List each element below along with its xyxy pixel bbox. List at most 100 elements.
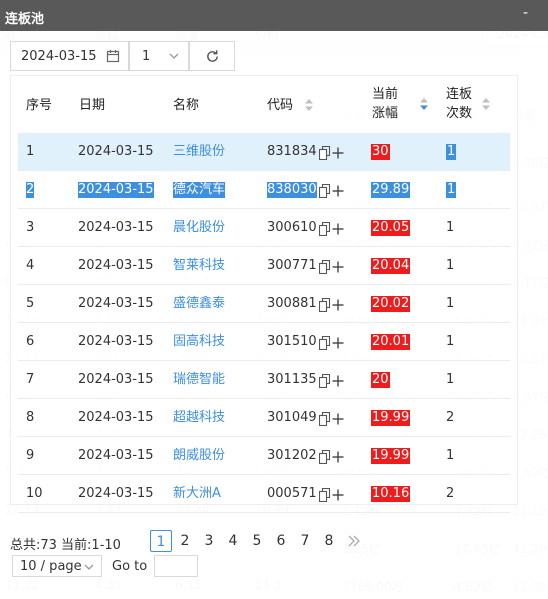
sort-icon[interactable] xyxy=(482,98,490,110)
cell-index: 6 xyxy=(26,334,35,349)
row-actions xyxy=(318,259,345,275)
add-icon[interactable] xyxy=(332,413,344,425)
table-row[interactable]: 10 2024-03-15 新大洲A 000571 10.16 2 xyxy=(18,475,510,513)
calendar-icon[interactable] xyxy=(106,49,120,67)
header-pct-line2[interactable]: 涨幅 xyxy=(372,104,398,123)
add-icon[interactable] xyxy=(332,299,344,311)
page-size-value: 10 / page xyxy=(20,559,82,574)
table-row[interactable]: 6 2024-03-15 固高科技 301510 20.01 1 xyxy=(18,323,510,361)
header-times-line2[interactable]: 次数 xyxy=(446,104,472,123)
chevron-double-right-icon[interactable] xyxy=(346,533,362,549)
page-number-button[interactable]: 6 xyxy=(270,530,292,552)
cell-name-link[interactable]: 新大洲A xyxy=(173,486,221,502)
sort-desc-icon[interactable] xyxy=(420,98,428,110)
header-code[interactable]: 代码 xyxy=(267,96,293,115)
table-row[interactable]: 3 2024-03-15 晨化股份 300610 20.05 1 xyxy=(18,209,510,247)
row-actions xyxy=(318,487,345,503)
table-row[interactable]: 2 2024-03-15 德众汽车 838030 29.89 1 xyxy=(18,171,510,209)
cell-pct-badge: 20.04 xyxy=(371,258,411,274)
add-icon[interactable] xyxy=(332,147,344,159)
page-number-button[interactable]: 2 xyxy=(174,530,196,552)
cell-pct-badge: 29.89 xyxy=(371,182,411,198)
cell-pct-badge: 20 xyxy=(371,372,390,388)
cell-name-link[interactable]: 盛德鑫泰 xyxy=(173,296,225,312)
row-actions xyxy=(318,411,345,427)
copy-icon[interactable] xyxy=(318,221,331,237)
row-actions xyxy=(318,335,345,351)
table-row[interactable]: 5 2024-03-15 盛德鑫泰 300881 20.02 1 xyxy=(18,285,510,323)
page-number-button[interactable]: 5 xyxy=(246,530,268,552)
date-picker[interactable]: 2024-03-15 xyxy=(10,41,129,71)
modal-title: 连板池 xyxy=(5,12,45,27)
cell-code: 300771 xyxy=(267,258,317,273)
cell-times: 1 xyxy=(446,448,455,463)
table-row[interactable]: 7 2024-03-15 瑞德智能 301135 20 1 xyxy=(18,361,510,399)
refresh-button[interactable] xyxy=(189,41,235,71)
chevron-down-icon xyxy=(83,561,95,577)
minimize-button[interactable]: - xyxy=(523,5,528,21)
cell-pct-badge: 10.16 xyxy=(371,486,411,502)
cell-date: 2024-03-15 xyxy=(78,182,154,198)
refresh-icon xyxy=(207,50,218,62)
cell-times: 1 xyxy=(446,182,457,198)
row-actions xyxy=(318,145,345,161)
copy-icon[interactable] xyxy=(318,449,331,465)
cell-times: 1 xyxy=(446,220,455,235)
cell-code: 301510 xyxy=(267,334,317,349)
row-actions xyxy=(318,373,345,389)
page-number-button[interactable]: 8 xyxy=(318,530,340,552)
goto-page-input[interactable] xyxy=(154,555,198,577)
cell-date: 2024-03-15 xyxy=(78,258,154,273)
sort-icon[interactable] xyxy=(305,99,313,111)
row-actions xyxy=(318,221,345,237)
header-times-line1[interactable]: 连板 xyxy=(446,85,472,104)
copy-icon[interactable] xyxy=(318,145,331,161)
cell-code: 300610 xyxy=(267,220,317,235)
add-icon[interactable] xyxy=(332,489,344,501)
cell-times: 1 xyxy=(446,334,455,349)
cell-times: 1 xyxy=(446,296,455,311)
cell-code: 300881 xyxy=(267,296,317,311)
add-icon[interactable] xyxy=(332,185,344,197)
cell-name-link[interactable]: 超越科技 xyxy=(173,410,225,426)
copy-icon[interactable] xyxy=(318,297,331,313)
copy-icon[interactable] xyxy=(318,411,331,427)
header-pct-line1[interactable]: 当前 xyxy=(372,85,398,104)
add-icon[interactable] xyxy=(332,337,344,349)
cell-date: 2024-03-15 xyxy=(78,296,154,311)
cell-name-link[interactable]: 德众汽车 xyxy=(173,182,226,198)
add-icon[interactable] xyxy=(332,261,344,273)
cell-name-link[interactable]: 三维股份 xyxy=(173,144,225,160)
page-number-button[interactable]: 7 xyxy=(294,530,316,552)
table-row[interactable]: 8 2024-03-15 超越科技 301049 19.99 2 xyxy=(18,399,510,437)
cell-times: 1 xyxy=(446,372,455,387)
cell-name-link[interactable]: 瑞德智能 xyxy=(173,372,225,388)
cell-date: 2024-03-15 xyxy=(78,410,154,425)
page-number-button[interactable]: 3 xyxy=(198,530,220,552)
row-actions xyxy=(318,183,345,199)
cell-index: 5 xyxy=(26,296,35,311)
page-select[interactable]: 1 xyxy=(129,41,189,71)
cell-name-link[interactable]: 智莱科技 xyxy=(173,258,225,274)
table-row[interactable]: 4 2024-03-15 智莱科技 300771 20.04 1 xyxy=(18,247,510,285)
cell-name-link[interactable]: 朗威股份 xyxy=(173,448,225,464)
header-index: 序号 xyxy=(26,98,53,113)
add-icon[interactable] xyxy=(332,375,344,387)
cell-pct-badge: 20.01 xyxy=(371,334,411,350)
cell-name-link[interactable]: 晨化股份 xyxy=(173,220,225,236)
page-size-select[interactable]: 10 / page xyxy=(12,555,102,577)
add-icon[interactable] xyxy=(332,451,344,463)
copy-icon[interactable] xyxy=(318,183,331,199)
cell-name-link[interactable]: 固高科技 xyxy=(173,334,225,350)
copy-icon[interactable] xyxy=(318,487,331,503)
copy-icon[interactable] xyxy=(318,259,331,275)
table-row[interactable]: 9 2024-03-15 朗威股份 301202 19.99 1 xyxy=(18,437,510,475)
page-select-value: 1 xyxy=(142,49,151,64)
page-number-button[interactable]: 1 xyxy=(150,530,172,552)
page-number-button[interactable]: 4 xyxy=(222,530,244,552)
copy-icon[interactable] xyxy=(318,335,331,351)
table-row[interactable]: 1 2024-03-15 三维股份 831834 30 1 xyxy=(18,133,510,171)
copy-icon[interactable] xyxy=(318,373,331,389)
add-icon[interactable] xyxy=(332,223,344,235)
header-name: 名称 xyxy=(173,98,200,113)
